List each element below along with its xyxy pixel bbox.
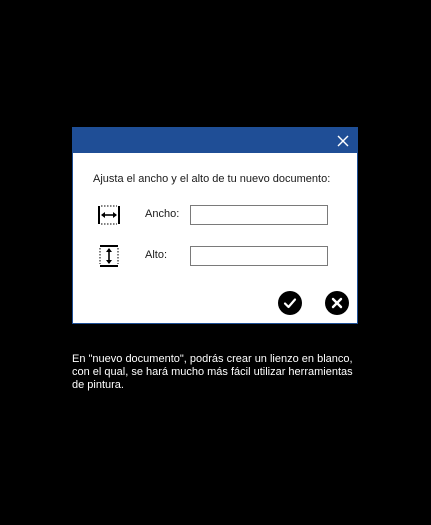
dialog-prompt: Ajusta el ancho y el alto de tu nuevo do… (93, 173, 331, 185)
dialog-titlebar (73, 128, 357, 153)
height-input[interactable] (190, 246, 328, 266)
width-label: Ancho: (145, 208, 180, 220)
page: Ajusta el ancho y el alto de tu nuevo do… (0, 0, 431, 525)
checkmark-icon (283, 298, 297, 309)
width-icon (98, 205, 120, 225)
caption-text: En "nuevo documento", podrás crear un li… (72, 353, 353, 391)
close-icon (337, 135, 349, 146)
height-icon (99, 245, 119, 267)
confirm-button[interactable] (278, 291, 302, 315)
x-icon (331, 297, 343, 309)
close-button[interactable] (329, 128, 357, 153)
height-label: Alto: (145, 249, 168, 261)
new-document-dialog: Ajusta el ancho y el alto de tu nuevo do… (72, 127, 358, 324)
width-input[interactable] (190, 205, 328, 225)
cancel-button[interactable] (325, 291, 349, 315)
